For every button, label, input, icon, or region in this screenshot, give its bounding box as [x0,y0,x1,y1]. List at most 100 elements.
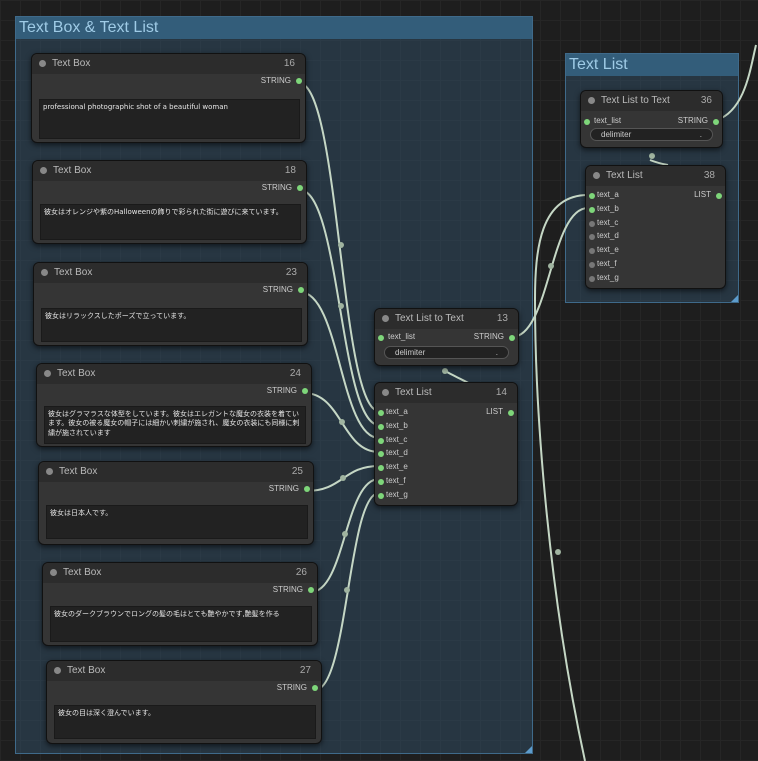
input-text-g[interactable]: text_g [375,489,517,503]
text-input[interactable]: 彼女は日本人です。 [46,505,308,539]
input-label: text_f [386,475,406,485]
input-socket-icon[interactable] [589,248,595,255]
output-string[interactable]: STRING [43,583,317,597]
output-socket-icon[interactable] [713,119,719,125]
input-socket-icon[interactable] [589,261,595,268]
input-text-e[interactable]: text_e [375,461,517,475]
input-socket-icon[interactable] [378,335,384,341]
collapse-dot-icon[interactable] [382,315,389,322]
collapse-dot-icon[interactable] [39,60,46,67]
output-socket-icon[interactable] [308,587,314,593]
input-text-g[interactable]: text_g [586,272,725,286]
input-label: text_list [594,116,622,125]
node-header[interactable]: Text Box 18 [33,161,306,181]
input-text-list[interactable]: text_list STRING [375,331,518,345]
node-id: 25 [291,466,303,477]
node-id: 24 [289,368,301,379]
text-box-node-23[interactable]: Text Box 23 STRING 彼女はリラックスしたポーズで立っています。 [33,262,308,346]
input-socket-icon[interactable] [378,492,384,499]
collapse-dot-icon[interactable] [588,97,595,104]
input-socket-icon[interactable] [378,423,384,430]
output-string[interactable]: STRING [34,283,307,297]
text-input[interactable]: 彼女はリラックスしたポーズで立っています。 [41,308,302,342]
output-socket-icon[interactable] [297,185,303,191]
input-text-d[interactable]: text_d [375,447,517,461]
input-socket-icon[interactable] [584,119,590,125]
input-socket-icon[interactable] [589,193,595,199]
collapse-dot-icon[interactable] [40,167,47,174]
input-text-e[interactable]: text_e [586,244,725,258]
text-input[interactable]: 彼女はオレンジや紫のHalloweenの飾りで彩られた街に遊びに来ています。 [40,204,301,240]
output-label: STRING [276,683,307,692]
input-socket-icon[interactable] [378,478,384,485]
text-list-to-text-node-13[interactable]: Text List to Text 13 text_list STRING de… [374,308,519,366]
output-socket-icon[interactable] [716,193,722,199]
node-header[interactable]: Text Box 24 [37,364,311,384]
input-text-b[interactable]: text_b [586,203,725,217]
output-socket-icon[interactable] [302,388,308,394]
input-text-b[interactable]: text_b [375,420,517,434]
node-header[interactable]: Text List to Text 13 [375,309,518,329]
text-box-node-16[interactable]: Text Box 16 STRING professional photogra… [31,53,306,143]
input-text-f[interactable]: text_f [586,258,725,272]
text-box-node-24[interactable]: Text Box 24 STRING 彼女はグラマラスな体型をしています。彼女は… [36,363,312,447]
output-socket-icon[interactable] [312,685,318,691]
input-text-a[interactable]: text_a LIST [586,189,725,203]
output-socket-icon[interactable] [296,78,302,84]
output-label: STRING [266,386,297,395]
widget-value: . [495,348,498,357]
text-list-node-14[interactable]: Text List 14 text_a LIST text_b text_c t… [374,382,518,506]
input-socket-icon[interactable] [378,437,384,444]
delimiter-field[interactable]: delimiter . [590,128,713,141]
input-text-list[interactable]: text_list STRING [581,115,722,129]
input-socket-icon[interactable] [378,465,384,472]
node-header[interactable]: Text Box 23 [34,263,307,283]
collapse-dot-icon[interactable] [50,569,57,576]
input-socket-icon[interactable] [589,275,595,282]
collapse-dot-icon[interactable] [593,172,600,179]
collapse-dot-icon[interactable] [382,389,389,396]
input-socket-icon[interactable] [378,451,384,458]
collapse-dot-icon[interactable] [54,667,61,674]
text-box-node-18[interactable]: Text Box 18 STRING 彼女はオレンジや紫のHalloweenの飾… [32,160,307,244]
output-socket-icon[interactable] [304,486,310,492]
text-list-node-38[interactable]: Text List 38 text_a LIST text_b text_c t… [585,165,726,289]
node-header[interactable]: Text List to Text 36 [581,91,722,111]
input-socket-icon[interactable] [589,234,595,241]
text-box-node-25[interactable]: Text Box 25 STRING 彼女は日本人です。 [38,461,314,545]
output-string[interactable]: STRING [39,482,313,496]
input-text-a[interactable]: text_a LIST [375,406,517,420]
input-text-c[interactable]: text_c [375,434,517,448]
node-header[interactable]: Text List 14 [375,383,517,403]
node-header[interactable]: Text Box 26 [43,563,317,583]
collapse-dot-icon[interactable] [41,269,48,276]
input-socket-icon[interactable] [589,220,595,227]
node-header[interactable]: Text List 38 [586,166,725,186]
text-input[interactable]: 彼女はグラマラスな体型をしています。彼女はエレガントな魔女の衣装を着ています。彼… [44,406,306,444]
output-label: LIST [486,407,503,416]
output-socket-icon[interactable] [508,410,514,416]
input-text-f[interactable]: text_f [375,475,517,489]
node-header[interactable]: Text Box 16 [32,54,305,74]
input-socket-icon[interactable] [378,410,384,416]
output-socket-icon[interactable] [298,287,304,293]
input-text-d[interactable]: text_d [586,230,725,244]
text-box-node-27[interactable]: Text Box 27 STRING 彼女の目は深く澄んでいます。 [46,660,322,744]
collapse-dot-icon[interactable] [44,370,51,377]
text-input[interactable]: 彼女の目は深く澄んでいます。 [54,705,316,739]
delimiter-field[interactable]: delimiter . [384,346,509,359]
text-list-to-text-node-36[interactable]: Text List to Text 36 text_list STRING de… [580,90,723,148]
collapse-dot-icon[interactable] [46,468,53,475]
input-text-c[interactable]: text_c [586,217,725,231]
node-header[interactable]: Text Box 25 [39,462,313,482]
output-string[interactable]: STRING [47,681,321,695]
text-input[interactable]: 彼女のダークブラウンでロングの髪の毛はとても艶やかです,艶髪を作る [50,606,312,642]
output-string[interactable]: STRING [32,74,305,88]
input-socket-icon[interactable] [589,206,595,213]
output-socket-icon[interactable] [509,335,515,341]
text-input[interactable]: professional photographic shot of a beau… [39,99,300,139]
text-box-node-26[interactable]: Text Box 26 STRING 彼女のダークブラウンでロングの髪の毛はとて… [42,562,318,646]
output-string[interactable]: STRING [33,181,306,195]
node-header[interactable]: Text Box 27 [47,661,321,681]
output-string[interactable]: STRING [37,384,311,398]
